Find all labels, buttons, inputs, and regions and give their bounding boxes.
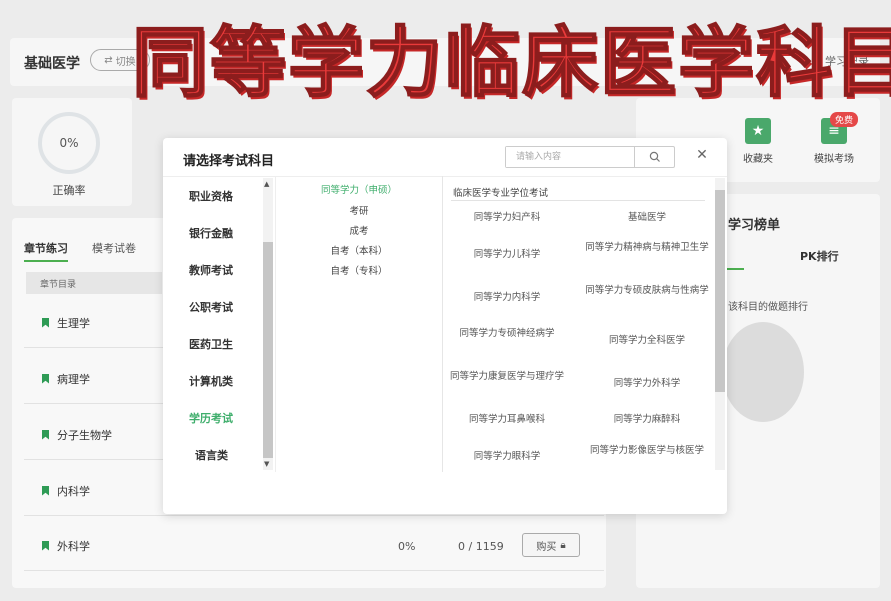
mock-exam-label: 模拟考场	[814, 154, 854, 165]
swap-icon: ⇄	[104, 54, 113, 66]
category-item[interactable]: 公职考试	[189, 299, 233, 315]
exam-item[interactable]: 同等学力眼科学	[444, 450, 570, 463]
category-item-active[interactable]: 学历考试	[189, 410, 233, 426]
exam-item[interactable]: 同等学力妇产科	[444, 211, 570, 224]
ranking-title: 学习榜单	[728, 218, 781, 233]
subcategory-item[interactable]: 成考	[276, 223, 442, 237]
lock-icon: 🔒︎	[560, 539, 566, 551]
exam-item[interactable]: 同等学力耳鼻喉科	[444, 413, 570, 426]
scroll-up-icon[interactable]: ▲	[264, 180, 269, 188]
dialog-title: 请选择考试科目	[183, 154, 275, 169]
exam-item[interactable]: 基础医学	[584, 211, 710, 224]
chapter-label: 病理学	[57, 372, 90, 386]
chapter-label: 生理学	[57, 316, 90, 330]
chapter-label: 分子生物学	[57, 428, 112, 442]
exam-item[interactable]: 同等学力专硕皮肤病与性病学	[584, 284, 710, 297]
exam-group-divider	[451, 200, 705, 201]
subcategory-item[interactable]: 自考（专科）	[276, 263, 442, 277]
accuracy-value: 0%	[59, 136, 79, 150]
search-input[interactable]	[506, 147, 634, 167]
bookmark-icon	[42, 540, 49, 551]
category-item[interactable]: 医药卫生	[189, 336, 233, 352]
exam-subject-dialog: 请选择考试科目 ✕ 职业资格 银行金融 教师考试 公职考试 医药卫生 计算机类 …	[163, 138, 727, 514]
category-item[interactable]: 语言类	[195, 447, 228, 463]
scroll-down-icon[interactable]: ▼	[264, 460, 269, 468]
category-scroll-thumb[interactable]	[263, 242, 273, 458]
subcategory-item[interactable]: 考研	[276, 203, 442, 217]
exam-item[interactable]: 同等学力外科学	[584, 377, 710, 390]
empty-ranking-illustration	[722, 322, 804, 422]
buy-button[interactable]: 购买 🔒︎	[522, 533, 580, 557]
exam-item[interactable]: 同等学力专硕神经病学	[444, 327, 570, 340]
category-item[interactable]: 银行金融	[189, 225, 233, 241]
close-icon[interactable]: ✕	[693, 146, 711, 164]
subject-title: 基础医学	[24, 56, 80, 72]
subcategory-list: 同等学力（申硕） 考研 成考 自考（本科） 自考（专科）	[275, 176, 443, 472]
exam-item[interactable]: 同等学力影像医学与核医学	[584, 444, 710, 457]
buy-label: 购买	[536, 541, 557, 553]
chapter-progress-percent: 0%	[398, 540, 416, 553]
category-item[interactable]: 教师考试	[189, 262, 233, 278]
search-button[interactable]	[634, 147, 674, 167]
favorites-tool[interactable]: ★ 收藏夹	[728, 118, 788, 165]
tab-chapter-practice[interactable]: 章节练习	[24, 240, 68, 262]
tab-pk-ranking[interactable]: PK排行	[800, 248, 839, 264]
exam-item[interactable]: 同等学力康复医学与理疗学	[444, 370, 570, 383]
chapter-list-header: 章节目录	[26, 272, 162, 294]
exam-item[interactable]: 同等学力麻醉科	[584, 413, 710, 426]
category-item[interactable]: 计算机类	[189, 373, 233, 389]
bookmark-icon	[42, 373, 49, 384]
search-icon	[649, 151, 660, 162]
chapter-label: 外科学	[57, 539, 90, 553]
overlay-title: 同等学力临床医学科目	[131, 17, 891, 108]
exam-item[interactable]: 同等学力全科医学	[584, 334, 710, 347]
subcategory-item-active[interactable]: 同等学力（申硕）	[276, 182, 442, 196]
exam-item[interactable]: 同等学力儿科学	[444, 248, 570, 261]
chapter-label: 内科学	[57, 484, 90, 498]
tab-mock-exam[interactable]: 模考试卷	[92, 240, 136, 262]
subcategory-item[interactable]: 自考（本科）	[276, 243, 442, 257]
practice-tabs: 章节练习 模考试卷	[24, 240, 136, 262]
exam-item[interactable]: 同等学力精神病与精神卫生学	[584, 241, 710, 254]
bookmark-icon	[42, 485, 49, 496]
exam-group-heading: 临床医学专业学位考试	[453, 188, 549, 199]
category-list: 职业资格 银行金融 教师考试 公职考试 医药卫生 计算机类 学历考试 语言类	[163, 176, 275, 514]
chapter-question-count: 0 / 1159	[458, 540, 504, 553]
exam-item[interactable]: 同等学力内科学	[444, 291, 570, 304]
bookmark-icon	[42, 429, 49, 440]
category-item[interactable]: 职业资格	[189, 188, 233, 204]
folder-star-icon: ★	[745, 118, 771, 144]
ranking-description: 该科目的做题排行	[728, 302, 808, 313]
chapter-item[interactable]: 外科学	[24, 521, 604, 571]
bookmark-icon	[42, 317, 49, 328]
exam-scroll-thumb[interactable]	[715, 190, 725, 392]
search-box	[505, 146, 675, 168]
accuracy-label: 正确率	[52, 184, 86, 197]
favorites-label: 收藏夹	[743, 154, 773, 165]
